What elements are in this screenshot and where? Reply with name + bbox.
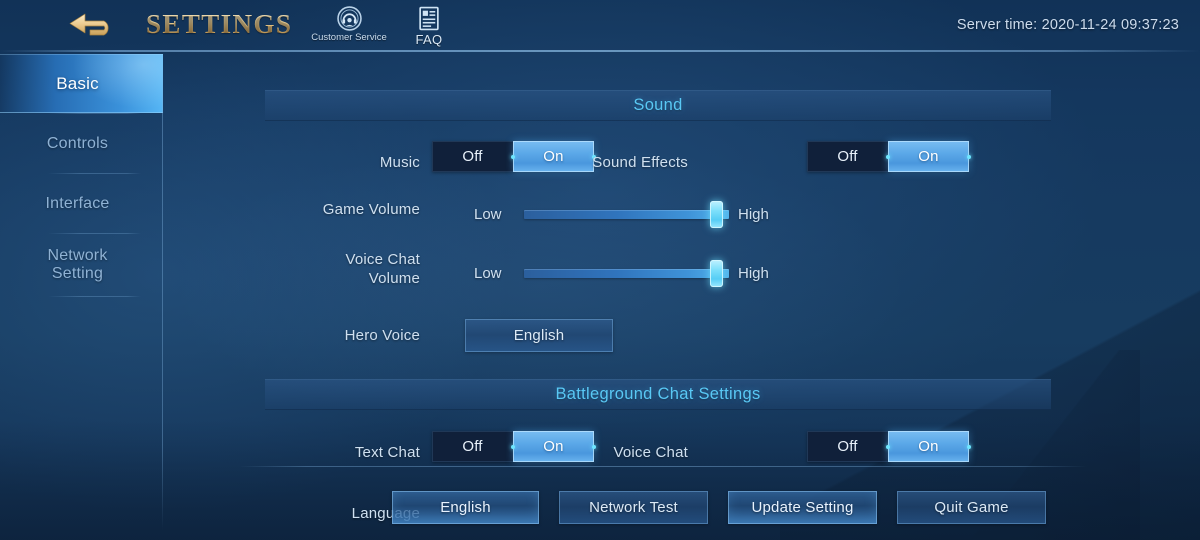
voice-chat-toggle[interactable]: Off On: [807, 431, 971, 462]
hero-voice-dropdown[interactable]: English: [465, 319, 613, 352]
top-header-bar: SETTINGS Customer Service FAQ Server tim…: [0, 0, 1200, 52]
sidebar-item-label: Interface: [45, 194, 110, 212]
game-volume-slider[interactable]: Low High: [474, 199, 769, 229]
game-volume-high-label: High: [738, 205, 769, 223]
game-volume-low-label: Low: [474, 205, 502, 223]
server-time: Server time: 2020-11-24 09:37:23: [956, 17, 1179, 33]
voice-chat-volume-label: Voice Chat Volume: [280, 250, 420, 288]
text-chat-toggle-off[interactable]: Off: [432, 431, 513, 462]
voice-chat-toggle-on[interactable]: On: [886, 431, 971, 462]
customer-service-button[interactable]: Customer Service: [299, 6, 399, 43]
voice-chat-volume-track[interactable]: [524, 259, 729, 287]
back-arrow-icon: [69, 13, 109, 36]
back-button[interactable]: [66, 6, 128, 46]
quit-game-button[interactable]: Quit Game: [897, 491, 1046, 524]
hero-voice-label: Hero Voice: [344, 327, 420, 344]
voice-chat-label: Voice Chat: [613, 444, 688, 461]
section-header-battleground-chat: Battleground Chat Settings: [265, 379, 1051, 410]
text-chat-toggle-on[interactable]: On: [511, 431, 596, 462]
voice-chat-volume-low-label: Low: [474, 264, 502, 282]
music-label: Music: [379, 154, 420, 171]
sidebar-item-label: Network Setting: [47, 247, 108, 282]
section-title: Battleground Chat Settings: [555, 385, 761, 403]
footer-divider: [239, 466, 1087, 467]
sidebar-item-basic[interactable]: Basic: [0, 54, 163, 113]
settings-sidebar: Basic Controls Interface Network Setting: [0, 54, 163, 540]
section-title: Sound: [633, 96, 683, 114]
text-chat-label: Text Chat: [354, 444, 420, 461]
sidebar-item-label: Basic: [56, 73, 99, 93]
game-volume-track[interactable]: [524, 200, 729, 228]
sidebar-item-network-setting[interactable]: Network Setting: [0, 234, 163, 296]
language-button[interactable]: English: [392, 491, 539, 524]
text-chat-toggle[interactable]: Off On: [432, 431, 596, 462]
headset-icon: [336, 6, 362, 31]
game-volume-handle[interactable]: [710, 200, 724, 228]
sidebar-item-label: Controls: [46, 134, 109, 152]
sound-effects-toggle-off[interactable]: Off: [807, 141, 888, 172]
game-volume-label: Game Volume: [322, 201, 420, 218]
faq-label: FAQ: [415, 32, 443, 47]
faq-button[interactable]: FAQ: [392, 6, 466, 47]
voice-chat-toggle-off[interactable]: Off: [807, 431, 888, 462]
sound-effects-toggle[interactable]: Off On: [807, 141, 971, 172]
voice-chat-volume-label-line2: Volume: [368, 270, 420, 287]
document-icon: [418, 6, 440, 31]
voice-chat-volume-label-line1: Voice Chat: [345, 251, 420, 268]
sound-effects-label: Sound Effects: [592, 154, 688, 171]
customer-service-label: Customer Service: [311, 32, 387, 43]
music-toggle-off[interactable]: Off: [432, 141, 513, 172]
voice-chat-volume-high-label: High: [738, 264, 769, 282]
update-setting-button[interactable]: Update Setting: [728, 491, 877, 524]
voice-chat-volume-slider[interactable]: Low High: [474, 258, 769, 288]
voice-chat-volume-handle[interactable]: [710, 259, 724, 287]
network-test-button[interactable]: Network Test: [559, 491, 708, 524]
sidebar-item-controls[interactable]: Controls: [0, 114, 163, 173]
sidebar-divider: [48, 296, 141, 297]
page-title: SETTINGS: [146, 9, 293, 39]
settings-content: Sound Music Off On Sound Effects Off On …: [163, 54, 1200, 540]
sound-effects-toggle-on[interactable]: On: [886, 141, 971, 172]
section-header-sound: Sound: [265, 90, 1051, 121]
sidebar-item-interface[interactable]: Interface: [0, 174, 163, 233]
